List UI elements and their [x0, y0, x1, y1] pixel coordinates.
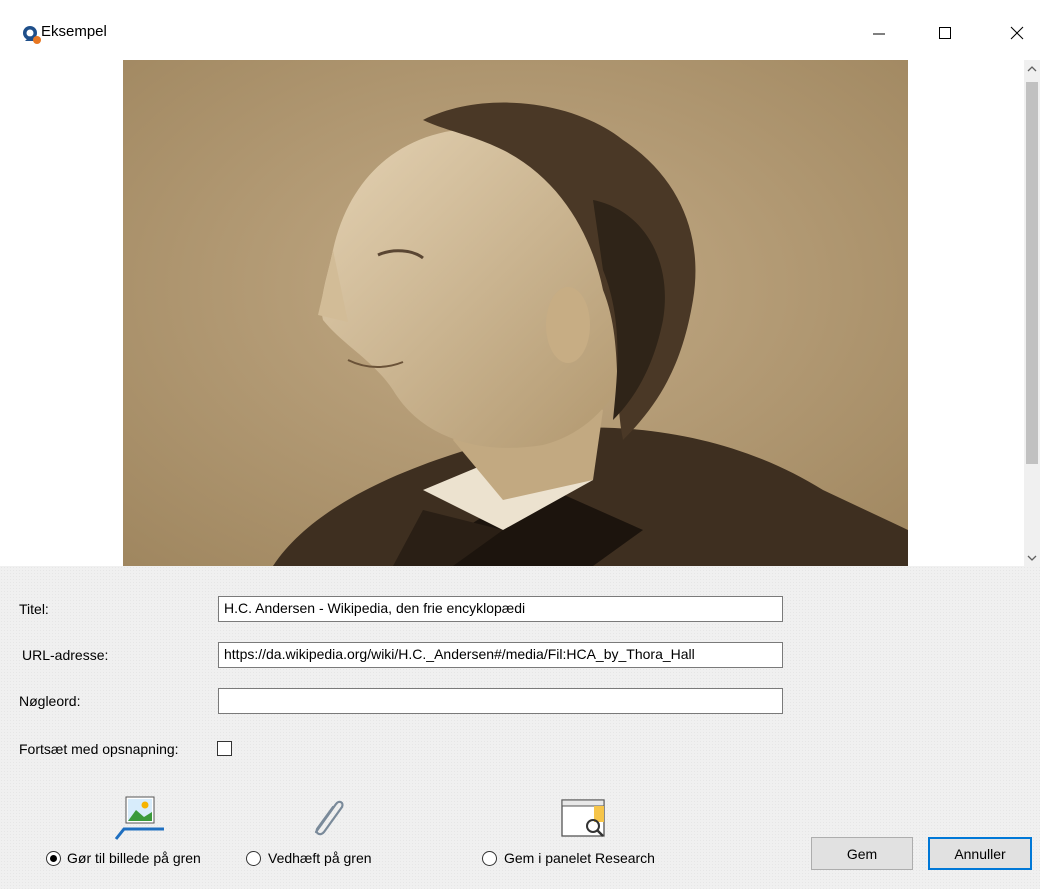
form-panel: Titel: H.C. Andersen - Wikipedia, den fr…: [0, 566, 1040, 889]
picture-branch-icon: [114, 796, 164, 840]
window-title: Eksempel: [41, 23, 107, 40]
research-panel-icon: [561, 799, 605, 837]
keywords-input[interactable]: [218, 688, 783, 714]
radio-image-on-branch-label[interactable]: Gør til billede på gren: [67, 850, 201, 866]
chevron-down-icon: [1027, 555, 1037, 561]
title-bar: Eksempel: [0, 0, 1040, 60]
paperclip-icon: [314, 800, 344, 836]
dialog-window: Eksempel Titel: H.C. Andersen - Wikipedi…: [0, 0, 1040, 889]
radio-attach-on-branch-label[interactable]: Vedhæft på gren: [268, 850, 372, 866]
scroll-down-button[interactable]: [1024, 549, 1040, 566]
maximize-icon: [939, 27, 951, 39]
radio-save-research[interactable]: [482, 851, 497, 866]
save-button[interactable]: Gem: [811, 837, 913, 870]
scroll-up-button[interactable]: [1024, 60, 1040, 77]
close-button[interactable]: [994, 14, 1040, 52]
chevron-up-icon: [1027, 65, 1037, 71]
scroll-thumb[interactable]: [1026, 82, 1038, 464]
app-icon: [23, 26, 41, 44]
radio-save-research-label[interactable]: Gem i panelet Research: [504, 850, 655, 866]
maximize-button[interactable]: [922, 14, 968, 52]
radio-attach-on-branch[interactable]: [246, 851, 261, 866]
keywords-label: Nøgleord:: [19, 693, 81, 709]
portrait-photo: [123, 60, 908, 566]
cancel-button[interactable]: Annuller: [928, 837, 1032, 870]
title-input[interactable]: H.C. Andersen - Wikipedia, den frie ency…: [218, 596, 783, 622]
continue-capture-label: Fortsæt med opsnapning:: [19, 741, 179, 757]
url-label: URL-adresse:: [22, 647, 109, 663]
close-icon: [1010, 26, 1024, 40]
title-label: Titel:: [19, 601, 49, 617]
continue-capture-checkbox[interactable]: [217, 741, 232, 756]
url-input[interactable]: https://da.wikipedia.org/wiki/H.C._Ander…: [218, 642, 783, 668]
minimize-button[interactable]: [856, 14, 902, 52]
preview-scrollbar[interactable]: [1024, 60, 1040, 566]
minimize-icon: [873, 33, 885, 35]
radio-image-on-branch[interactable]: [46, 851, 61, 866]
image-preview: [0, 60, 1024, 566]
